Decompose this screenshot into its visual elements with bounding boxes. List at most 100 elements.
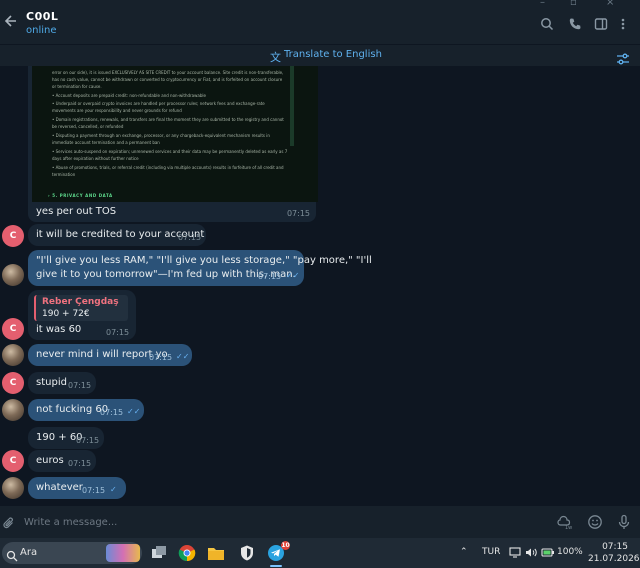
message-text: stupid [36, 377, 67, 388]
emoji-sticker-icon[interactable]: 1w [556, 514, 572, 531]
sidebar-toggle-icon[interactable] [594, 16, 608, 30]
read-double-check-icon: ✓✓ [286, 271, 300, 280]
back-arrow-icon[interactable] [4, 14, 18, 28]
chat-status: online [26, 25, 57, 36]
reply-quote[interactable]: Reber Çengdaş 190 + 72€ [34, 295, 128, 321]
avatar[interactable]: C [2, 318, 24, 340]
svg-text:1w: 1w [565, 525, 572, 530]
outgoing-message[interactable]: "I'll give you less RAM," "I'll give you… [28, 250, 372, 286]
attach-paperclip-icon[interactable] [2, 515, 16, 529]
message-time: 07:15 [106, 328, 130, 337]
message-time: 07:15 [258, 272, 282, 281]
taskbar-search[interactable]: Ara [2, 542, 142, 564]
chrome-icon[interactable] [178, 544, 196, 562]
more-options-icon[interactable] [620, 16, 634, 30]
message-text: give it to you tomorrow"—I'm fed up with… [36, 269, 296, 280]
close-window-icon[interactable]: × [606, 0, 614, 8]
translate-button[interactable]: Translate to English [284, 49, 382, 60]
translate-settings-icon[interactable] [616, 50, 630, 65]
translate-icon: 文 [270, 51, 281, 64]
keyboard-language[interactable]: TUR [482, 547, 500, 557]
phone-call-icon[interactable] [568, 16, 582, 30]
battery-percent: 100% [557, 547, 583, 557]
chat-title[interactable]: C00L [26, 10, 58, 23]
screenshot-scrollbar [290, 66, 294, 146]
search-icon[interactable] [540, 16, 554, 31]
reply-text: 190 + 72€ [42, 309, 90, 319]
taskbar-search-label: Ara [20, 547, 38, 558]
outgoing-message[interactable]: never mind i will report yo 07:15 ✓✓ [28, 344, 192, 366]
clock-time: 07:15 [602, 542, 628, 552]
emoji-icon[interactable] [587, 514, 603, 530]
message-list[interactable]: error on our side), it is issued EXCLUSI… [0, 66, 640, 506]
screenshot-text-line: days after expiration without further no… [52, 156, 139, 161]
message-time: 07:15 [100, 408, 124, 417]
incoming-message[interactable]: Reber Çengdaş 190 + 72€ it was 60 07:15 [28, 290, 136, 340]
reply-author: Reber Çengdaş [42, 297, 119, 307]
avatar[interactable] [2, 477, 24, 499]
avatar[interactable]: C [2, 450, 24, 472]
screenshot-text-line: has no cash value, cannot be withdrawn o… [52, 77, 283, 82]
screenshot-section-heading: › 5. PRIVACY AND DATA [48, 193, 113, 198]
avatar[interactable] [2, 399, 24, 421]
message-text: "I'll give you less RAM," "I'll give you… [36, 255, 372, 266]
tray-overflow-icon[interactable]: ⌃ [460, 547, 468, 557]
message-time: 07:15 [286, 209, 310, 218]
display-icon[interactable] [509, 547, 521, 561]
screenshot-text-line: or termination for cause. [52, 84, 102, 89]
windows-taskbar: Ara 10 ⌃ TUR 100% 07:15 21.07.2026 [0, 538, 640, 568]
read-double-check-icon: ✓✓ [127, 407, 141, 416]
volume-icon[interactable] [525, 547, 537, 561]
incoming-message[interactable]: stupid 07:15 [28, 372, 96, 394]
minimize-window-icon[interactable]: – [540, 0, 545, 8]
screenshot-text-line: immediate account termination and a perm… [52, 140, 160, 145]
tos-screenshot-image[interactable]: error on our side), it is issued EXCLUSI… [32, 66, 318, 202]
active-app-indicator [270, 565, 282, 567]
taskbar-clock[interactable]: 07:15 21.07.2026 [588, 541, 640, 565]
screenshot-text-line: movements are your responsibility and ne… [52, 108, 182, 113]
image-message[interactable]: error on our side), it is issued EXCLUSI… [28, 66, 318, 222]
message-time: 07:15 [68, 381, 92, 390]
battery-icon[interactable] [541, 547, 555, 561]
translate-bar[interactable]: 文 Translate to English [0, 44, 640, 66]
taskbar-search-icon [6, 547, 18, 562]
message-time: 07:15 [149, 353, 173, 362]
security-shield-icon[interactable] [238, 544, 256, 562]
delivered-check-icon: ✓ [110, 485, 117, 494]
incoming-message[interactable]: it will be credited to your account 07:1… [28, 224, 206, 246]
screenshot-text-line: error on our side), it is issued EXCLUSI… [52, 70, 284, 75]
avatar[interactable]: C [2, 372, 24, 394]
screenshot-text-line: • Account deposits are prepaid credit: n… [52, 93, 206, 98]
outgoing-message[interactable]: not fucking 60 07:15 ✓✓ [28, 399, 144, 421]
message-input[interactable] [24, 514, 524, 530]
screenshot-text-line: be reversed, cancelled, or refunded [52, 124, 124, 129]
message-time: 07:15 [178, 233, 202, 242]
screenshot-text-line: • Services auto-suspend on expiration; u… [52, 149, 288, 154]
message-text: whatever [36, 482, 83, 493]
message-time: 07:15 [82, 486, 106, 495]
clock-date: 21.07.2026 [588, 554, 640, 564]
message-text: it was 60 [36, 324, 82, 335]
screenshot-text-line: • Disputing a payment through an exchang… [52, 133, 270, 138]
search-highlight-image [106, 544, 140, 562]
outgoing-message[interactable]: whatever 07:15 ✓ [28, 477, 126, 499]
message-text: euros [36, 455, 64, 466]
screenshot-text-line: • Domain registrations, renewals, and tr… [52, 117, 284, 122]
avatar[interactable] [2, 344, 24, 366]
screenshot-text-line: • Underpaid or overpaid crypto invoices … [52, 101, 265, 106]
read-double-check-icon: ✓✓ [176, 352, 190, 361]
message-composer: 1w [0, 506, 640, 538]
screenshot-text-line: • Abuse of promotions, trials, or referr… [52, 165, 284, 170]
incoming-message[interactable]: euros 07:15 [28, 450, 96, 472]
file-explorer-icon[interactable] [207, 544, 225, 562]
message-text: not fucking 60 [36, 404, 109, 415]
telegram-unread-badge: 10 [281, 541, 290, 550]
screenshot-text-line: termination [52, 172, 76, 177]
message-time: 07:15 [76, 436, 100, 445]
task-view-icon[interactable] [150, 544, 168, 562]
incoming-message[interactable]: 190 + 60 07:15 [28, 427, 104, 449]
avatar[interactable]: C [2, 225, 24, 247]
avatar[interactable] [2, 264, 24, 286]
microphone-icon[interactable] [616, 514, 632, 530]
maximize-window-icon[interactable]: ▫ [570, 0, 577, 8]
